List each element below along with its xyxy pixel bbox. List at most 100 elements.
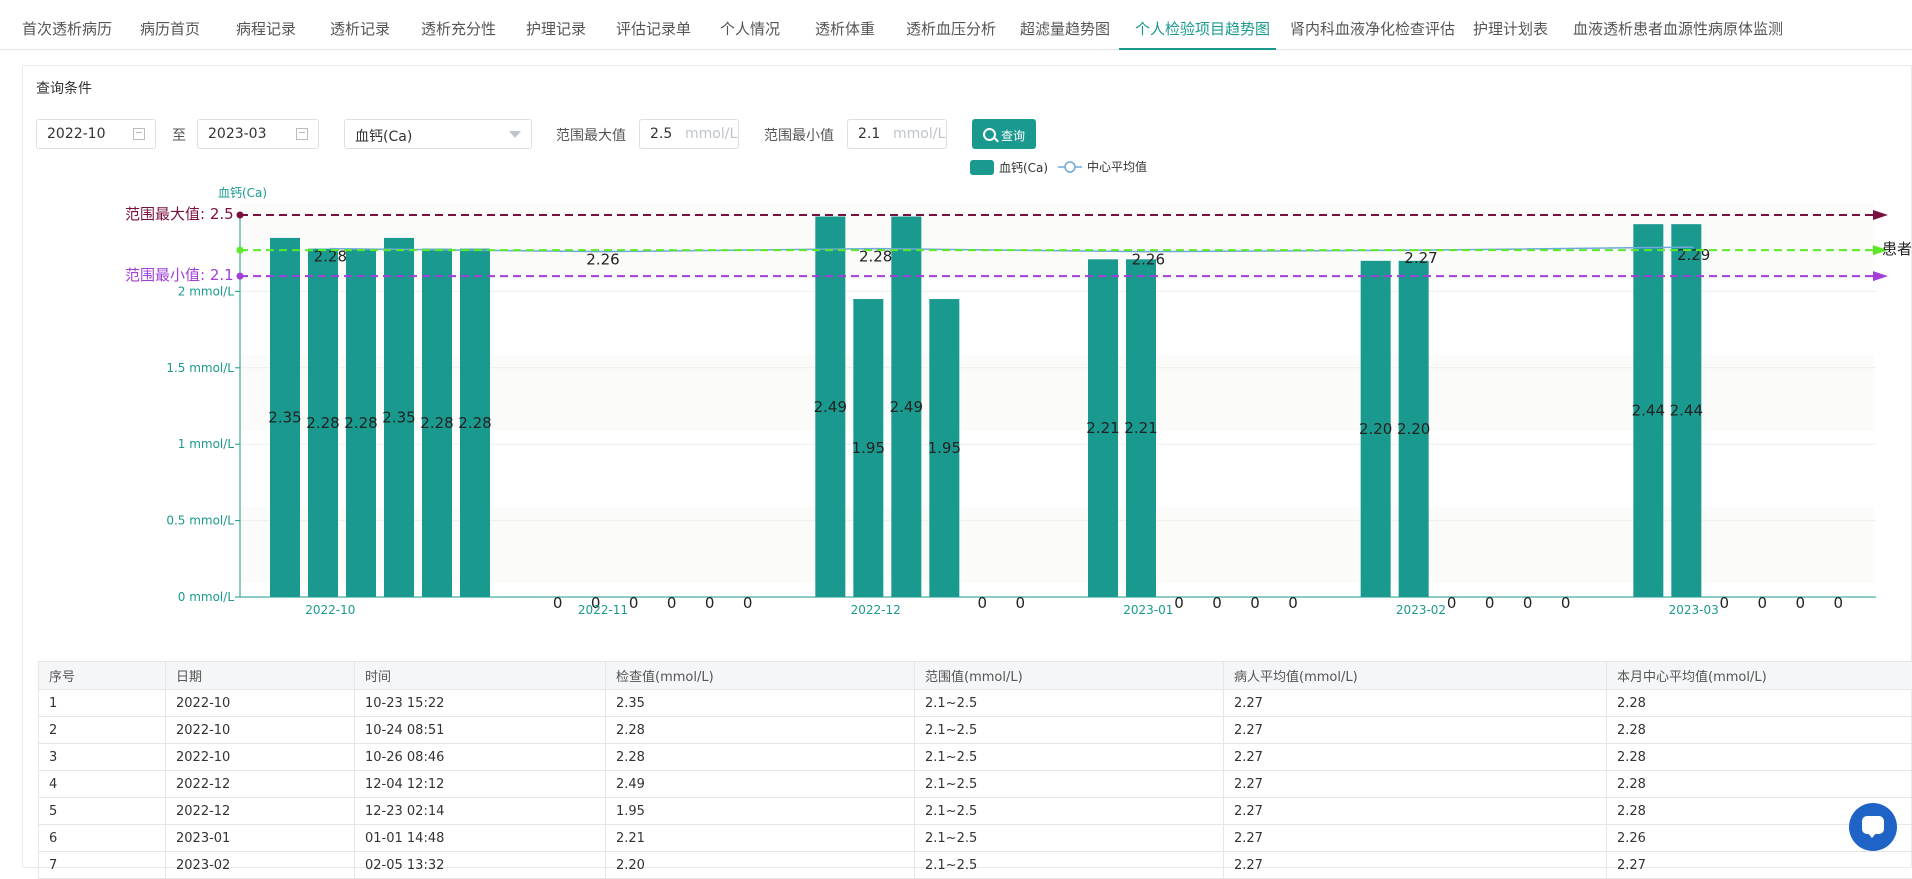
table-cell: 2.1~2.5 xyxy=(915,825,1224,852)
table-cell: 4 xyxy=(39,771,166,798)
bar-data-label: 2.28 xyxy=(420,414,453,432)
reference-line-arrow-icon xyxy=(1873,210,1888,220)
range-max-value: 2.5 xyxy=(650,126,672,142)
tab-dialysis-records[interactable]: 透析记录 xyxy=(330,0,390,50)
table-cell: 2.20 xyxy=(606,852,915,879)
search-icon xyxy=(983,128,996,141)
table-column-header: 病人平均值(mmol/L) xyxy=(1224,662,1607,690)
bar-data-label: 0 xyxy=(1796,594,1806,612)
bar-data-label: 1.95 xyxy=(852,439,885,457)
x-tick-label: 2023-02 xyxy=(1396,603,1446,617)
bar-data-label: 0 xyxy=(667,594,677,612)
table-row[interactable]: 52022-1212-23 02:141.952.1~2.52.272.28 xyxy=(39,798,1912,825)
legend-bar-label: 血钙(Ca) xyxy=(999,161,1048,175)
range-min-input[interactable]: 2.1 mmol/L xyxy=(847,119,947,149)
end-month-picker[interactable]: 2023-03 xyxy=(197,119,319,149)
table-cell: 2.1~2.5 xyxy=(915,717,1224,744)
table-cell: 2.27 xyxy=(1224,771,1607,798)
lab-trend-chart: 0 mmol/L0.5 mmol/L1 mmol/L1.5 mmol/L2 mm… xyxy=(0,150,1912,650)
table-cell: 2.1~2.5 xyxy=(915,744,1224,771)
reference-line-label: 范围最大值: 2.5 xyxy=(125,205,234,223)
legend-line-marker xyxy=(1065,162,1075,172)
table-cell: 2.1~2.5 xyxy=(915,798,1224,825)
chat-support-button[interactable] xyxy=(1849,803,1897,851)
x-tick-label: 2022-11 xyxy=(578,603,628,617)
bar-data-label: 2.20 xyxy=(1397,420,1430,438)
tab-dialysis-weight[interactable]: 透析体重 xyxy=(815,0,875,50)
bar-data-label: 2.21 xyxy=(1086,419,1119,437)
table-cell: 10-26 08:46 xyxy=(355,744,606,771)
calendar-icon xyxy=(133,128,145,140)
lab-item-value: 血钙(Ca) xyxy=(355,126,412,146)
table-cell: 5 xyxy=(39,798,166,825)
tab-bp-analysis[interactable]: 透析血压分析 xyxy=(906,0,996,50)
bar-data-label: 0 xyxy=(1834,594,1844,612)
chart-legend: 血钙(Ca) 中心平均值 xyxy=(970,159,1147,175)
tab-nephrology-evaluation[interactable]: 肾内科血液净化检查评估 xyxy=(1290,0,1455,50)
table-column-header: 范围值(mmol/L) xyxy=(915,662,1224,690)
table-cell: 2.27 xyxy=(1607,852,1912,879)
bar-data-label: 0 xyxy=(1250,594,1260,612)
bar-data-label: 2.20 xyxy=(1359,420,1392,438)
table-row[interactable]: 62023-0101-01 14:482.212.1~2.52.272.26 xyxy=(39,825,1912,852)
table-row[interactable]: 12022-1010-23 15:222.352.1~2.52.272.28 xyxy=(39,690,1912,717)
range-separator: 至 xyxy=(172,125,186,145)
lab-item-select[interactable]: 血钙(Ca) xyxy=(344,119,532,149)
table-cell: 2022-12 xyxy=(166,798,355,825)
table-row[interactable]: 32022-1010-26 08:462.282.1~2.52.272.28 xyxy=(39,744,1912,771)
table-cell: 2023-02 xyxy=(166,852,355,879)
bar-data-label: 0 xyxy=(1212,594,1222,612)
table-row[interactable]: 72023-0202-05 13:322.202.1~2.52.272.27 xyxy=(39,852,1912,879)
bar-data-label: 2.49 xyxy=(890,398,923,416)
table-cell: 2.21 xyxy=(606,825,915,852)
tab-pathogen-monitoring[interactable]: 血液透析患者血源性病原体监测 xyxy=(1573,0,1783,50)
reference-line-label: 范围最小值: 2.1 xyxy=(125,266,234,284)
query-section-title: 查询条件 xyxy=(36,78,92,98)
table-cell: 6 xyxy=(39,825,166,852)
table-row[interactable]: 22022-1010-24 08:512.282.1~2.52.272.28 xyxy=(39,717,1912,744)
tab-ultrafiltration-trend[interactable]: 超滤量趋势图 xyxy=(1020,0,1110,50)
tab-assessment-forms[interactable]: 评估记录单 xyxy=(616,0,691,50)
tab-progress-notes[interactable]: 病程记录 xyxy=(236,0,296,50)
bar-data-label: 0 xyxy=(1447,594,1457,612)
table-row[interactable]: 42022-1212-04 12:122.492.1~2.52.272.28 xyxy=(39,771,1912,798)
bar-data-label: 0 xyxy=(1174,594,1184,612)
tab-record-home[interactable]: 病历首页 xyxy=(140,0,200,50)
table-cell: 1.95 xyxy=(606,798,915,825)
bar-data-label: 0 xyxy=(629,594,639,612)
table-cell: 01-01 14:48 xyxy=(355,825,606,852)
center-average-label: 2.28 xyxy=(859,248,892,266)
reference-line-start-marker xyxy=(237,247,244,254)
bar-data-label: 2.21 xyxy=(1124,419,1157,437)
table-cell: 3 xyxy=(39,744,166,771)
reference-line-start-marker xyxy=(237,273,244,280)
center-average-label: 2.26 xyxy=(586,251,619,269)
reference-line-label: 患者 xyxy=(1882,240,1912,258)
bar-data-label: 0 xyxy=(1523,594,1533,612)
y-tick-label: 2 mmol/L xyxy=(178,284,235,298)
y-tick-label: 0 mmol/L xyxy=(178,590,235,604)
query-button[interactable]: 查询 xyxy=(972,119,1036,149)
bar-data-label: 2.35 xyxy=(382,408,415,426)
table-cell: 2022-10 xyxy=(166,744,355,771)
table-column-header: 检查值(mmol/L) xyxy=(606,662,915,690)
start-month-picker[interactable]: 2022-10 xyxy=(36,119,156,149)
range-max-input[interactable]: 2.5 mmol/L xyxy=(639,119,739,149)
tab-lab-trend[interactable]: 个人检验项目趋势图 xyxy=(1119,0,1276,50)
tab-first-dialysis-record[interactable]: 首次透析病历 xyxy=(22,0,112,50)
range-min-value: 2.1 xyxy=(858,126,880,142)
start-month-value: 2022-10 xyxy=(47,126,106,142)
calendar-icon xyxy=(296,128,308,140)
table-column-header: 序号 xyxy=(39,662,166,690)
range-min-label: 范围最小值 xyxy=(764,125,834,145)
tab-nursing-records[interactable]: 护理记录 xyxy=(526,0,586,50)
table-cell: 2022-12 xyxy=(166,771,355,798)
bar-data-label: 2.44 xyxy=(1632,402,1665,420)
tab-nursing-plan[interactable]: 护理计划表 xyxy=(1473,0,1548,50)
bar-data-label: 2.28 xyxy=(344,414,377,432)
table-cell: 12-04 12:12 xyxy=(355,771,606,798)
tab-personal-info[interactable]: 个人情况 xyxy=(720,0,780,50)
table-cell: 2023-01 xyxy=(166,825,355,852)
tab-dialysis-adequacy[interactable]: 透析充分性 xyxy=(421,0,496,50)
table-cell: 1 xyxy=(39,690,166,717)
